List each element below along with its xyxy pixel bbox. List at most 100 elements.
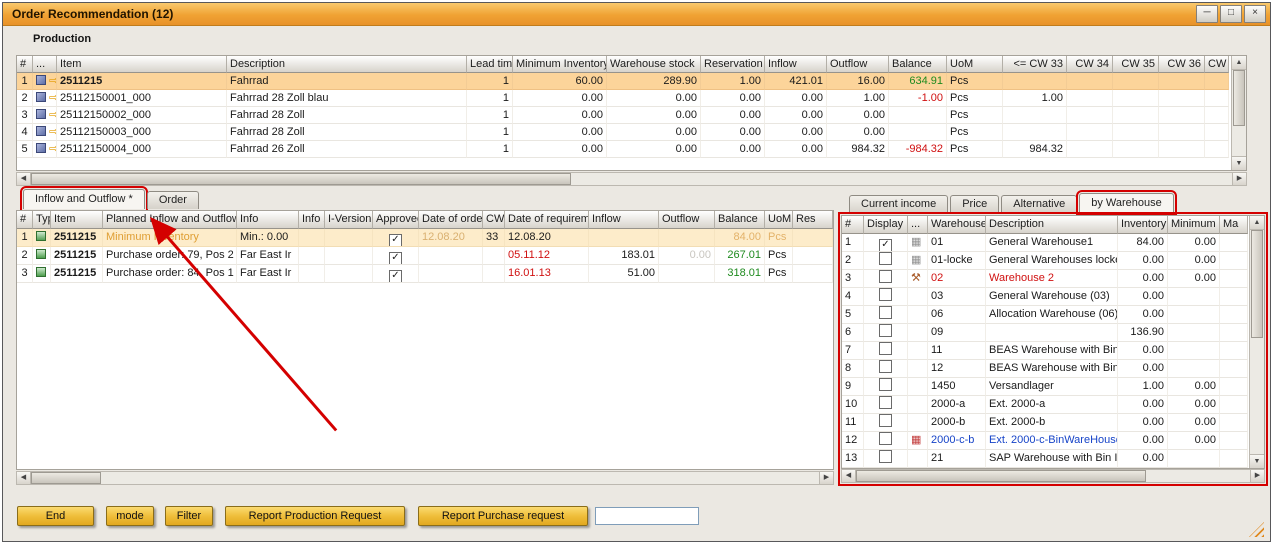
flow-table-column-header-outflow[interactable]: Outflow <box>659 211 715 229</box>
item-table-item-cell[interactable]: 2511215 <box>57 73 227 90</box>
warehouse-table-display-checkbox[interactable] <box>879 270 892 283</box>
item-table-uom-cell[interactable]: Pcs <box>947 107 1003 124</box>
warehouse-table-column-header-display[interactable]: Display <box>864 216 908 234</box>
flow-table-column-header-balance[interactable]: Balance <box>715 211 765 229</box>
tab-current-income[interactable]: Current income <box>849 195 948 213</box>
item-table-cw33-cell[interactable] <box>1003 107 1067 124</box>
titlebar[interactable]: Order Recommendation (12) ─ □ × <box>3 3 1270 26</box>
warehouse-table-row[interactable]: 1✓▦01General Warehouse184.000.00 <box>842 234 1248 252</box>
item-table-balance-cell[interactable]: 634.91 <box>889 73 947 90</box>
warehouse-table-ma-cell[interactable] <box>1220 378 1248 396</box>
flow-table-date_req-cell[interactable]: 12.08.20 <box>505 229 589 247</box>
warehouse-table-num-cell[interactable]: 12 <box>842 432 864 450</box>
warehouse-table-display-cell[interactable] <box>864 324 908 342</box>
warehouse-table-minimum-cell[interactable]: 0.00 <box>1168 252 1220 270</box>
warehouse-table-icons-cell[interactable]: ▦ <box>908 252 928 270</box>
warehouse-table-num-cell[interactable]: 13 <box>842 450 864 468</box>
item-table-inflow-cell[interactable]: 0.00 <box>765 141 827 158</box>
item-table-min_inventory-cell[interactable]: 0.00 <box>513 124 607 141</box>
item-table-item-cell[interactable]: 25112150001_000 <box>57 90 227 107</box>
warehouse-table-display-cell[interactable] <box>864 378 908 396</box>
warehouse-table-icons-cell[interactable] <box>908 342 928 360</box>
item-table-cw35-cell[interactable] <box>1113 90 1159 107</box>
warehouse-table-warehouse-cell[interactable]: 09 <box>928 324 986 342</box>
item-table-column-header-reservation[interactable]: Reservation <box>701 56 765 73</box>
item-table-warehouse_stock-cell[interactable]: 0.00 <box>607 141 701 158</box>
warehouse-table-warehouse-cell[interactable]: 2000-b <box>928 414 986 432</box>
flow-table-column-header-planned[interactable]: Planned Inflow and Outflow <box>103 211 237 229</box>
item-table-column-header-lead_time[interactable]: Lead time <box>467 56 513 73</box>
warehouse-table-display-checkbox[interactable] <box>879 432 892 445</box>
warehouse-table-icons-cell[interactable]: ▦ <box>908 432 928 450</box>
item-table-cw34-cell[interactable] <box>1067 73 1113 90</box>
warehouse-table-warehouse-cell[interactable]: 03 <box>928 288 986 306</box>
warehouse-table-display-checkbox[interactable] <box>879 378 892 391</box>
warehouse-table-row[interactable]: 12▦2000-c-bExt. 2000-c-BinWareHouse0.000… <box>842 432 1248 450</box>
warehouse-table-inventory-cell[interactable]: 0.00 <box>1118 450 1168 468</box>
flow-table-icons-cell[interactable] <box>33 229 51 247</box>
item-table-description-cell[interactable]: Fahrrad 28 Zoll <box>227 107 467 124</box>
flow-table-res-cell[interactable] <box>793 247 833 265</box>
warehouse-table-display-cell[interactable] <box>864 450 908 468</box>
scroll-down-icon[interactable]: ▼ <box>1232 156 1246 170</box>
item-table-icons-cell[interactable]: ⇨ <box>33 73 57 90</box>
warehouse-table-column-header-minimum[interactable]: Minimum <box>1168 216 1220 234</box>
item-table-warehouse_stock-cell[interactable]: 0.00 <box>607 124 701 141</box>
warehouse-table-minimum-cell[interactable] <box>1168 324 1220 342</box>
item-table-cw33-cell[interactable]: 1.00 <box>1003 90 1067 107</box>
scroll-right-icon[interactable]: ▶ <box>1250 470 1264 482</box>
item-table-warehouse_stock-cell[interactable]: 0.00 <box>607 90 701 107</box>
item-table-cw37-cell[interactable] <box>1205 107 1229 124</box>
warehouse-table-row[interactable]: 91450Versandlager1.000.00 <box>842 378 1248 396</box>
warehouse-table-display-checkbox[interactable] <box>879 360 892 373</box>
tab-alternative[interactable]: Alternative <box>1001 195 1077 213</box>
report-purchase-request-button[interactable]: Report Purchase request <box>418 506 588 526</box>
flow-table-info2-cell[interactable] <box>299 247 325 265</box>
item-table-icons-cell[interactable]: ⇨ <box>33 141 57 158</box>
flow-table-info-cell[interactable]: Min.: 0.00 <box>237 229 299 247</box>
warehouse-table-inventory-cell[interactable]: 0.00 <box>1118 432 1168 450</box>
item-table-reservation-cell[interactable]: 0.00 <box>701 124 765 141</box>
item-table-cw36-cell[interactable] <box>1159 90 1205 107</box>
warehouse-table-minimum-cell[interactable]: 0.00 <box>1168 414 1220 432</box>
item-table-icons-cell[interactable]: ⇨ <box>33 124 57 141</box>
warehouse-table-num-cell[interactable]: 9 <box>842 378 864 396</box>
warehouse-table-column-header-icons[interactable]: ... <box>908 216 928 234</box>
flow-table-row[interactable]: 22511215Purchase order: 79, Pos 2Far Eas… <box>17 247 833 265</box>
flow-table-item-cell[interactable]: 2511215 <box>51 229 103 247</box>
item-table-cw33-cell[interactable] <box>1003 73 1067 90</box>
flow-table-column-header-num[interactable]: # <box>17 211 33 229</box>
item-table-inflow-cell[interactable]: 421.01 <box>765 73 827 90</box>
flow-table-column-header-date_req[interactable]: Date of requirement <box>505 211 589 229</box>
flow-table-iversion-cell[interactable] <box>325 247 373 265</box>
warehouse-table-display-checkbox[interactable] <box>879 342 892 355</box>
warehouse-table-column-header-num[interactable]: # <box>842 216 864 234</box>
item-table-cw34-cell[interactable] <box>1067 124 1113 141</box>
flow-table-approved-checkbox[interactable]: ✓ <box>389 270 402 283</box>
flow-table-date_req-cell[interactable]: 16.01.13 <box>505 265 589 283</box>
warehouse-table-warehouse-cell[interactable]: 2000-c-b <box>928 432 986 450</box>
flow-table-balance-cell[interactable]: 267.01 <box>715 247 765 265</box>
item-table-column-header-cw34[interactable]: CW 34 <box>1067 56 1113 73</box>
warehouse-table-display-cell[interactable] <box>864 288 908 306</box>
warehouse-table-minimum-cell[interactable]: 0.00 <box>1168 234 1220 252</box>
warehouse-table-minimum-cell[interactable]: 0.00 <box>1168 396 1220 414</box>
item-table-lead_time-cell[interactable]: 1 <box>467 73 513 90</box>
warehouse-table-display-checkbox[interactable] <box>879 450 892 463</box>
item-table-description-cell[interactable]: Fahrrad 28 Zoll blau <box>227 90 467 107</box>
warehouse-table-row[interactable]: 102000-aExt. 2000-a0.000.00 <box>842 396 1248 414</box>
flow-table-cw-cell[interactable] <box>483 247 505 265</box>
item-table-lead_time-cell[interactable]: 1 <box>467 107 513 124</box>
tab-by-warehouse[interactable]: by Warehouse <box>1079 193 1174 213</box>
item-table-balance-cell[interactable] <box>889 124 947 141</box>
item-table-column-header-cw37[interactable]: CW 37 <box>1205 56 1229 73</box>
warehouse-table-display-cell[interactable] <box>864 396 908 414</box>
flow-table-item-cell[interactable]: 2511215 <box>51 247 103 265</box>
item-table-column-header-balance[interactable]: Balance <box>889 56 947 73</box>
item-table-num-cell[interactable]: 4 <box>17 124 33 141</box>
item-table-lead_time-cell[interactable]: 1 <box>467 141 513 158</box>
warehouse-table-inventory-cell[interactable]: 0.00 <box>1118 360 1168 378</box>
warehouse-table-display-cell[interactable] <box>864 252 908 270</box>
flow-table-column-header-uom[interactable]: UoM <box>765 211 793 229</box>
item-table-uom-cell[interactable]: Pcs <box>947 124 1003 141</box>
